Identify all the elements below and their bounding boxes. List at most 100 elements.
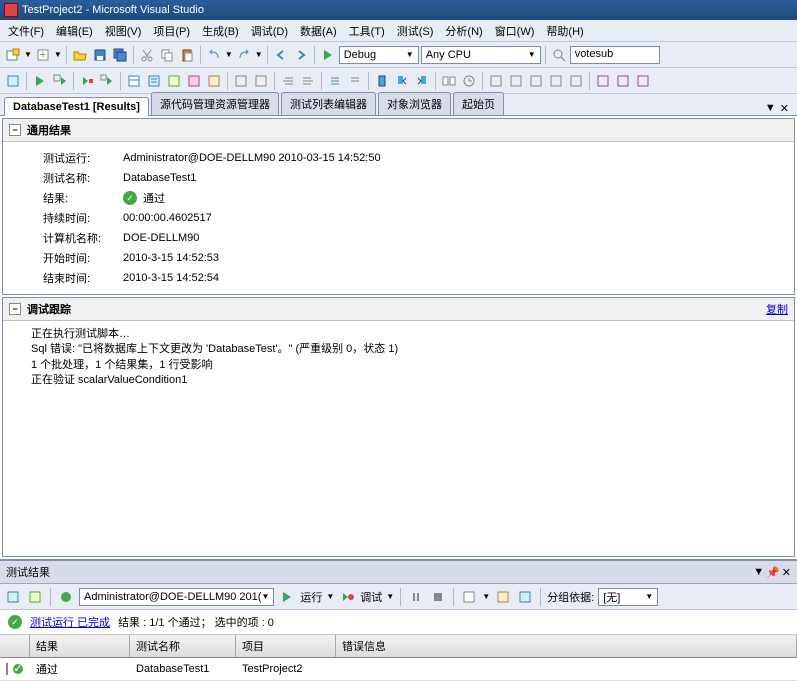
menu-debug[interactable]: 调试(D): [245, 20, 294, 42]
dropdown-arrow-icon[interactable]: ▼: [225, 50, 233, 59]
start-debug-icon[interactable]: [319, 46, 337, 64]
tr-icon-1[interactable]: [4, 588, 22, 606]
dropdown-arrow-icon[interactable]: ▼: [54, 50, 62, 59]
tab-active[interactable]: DatabaseTest1 [Results]: [4, 97, 149, 116]
col-result[interactable]: 结果: [30, 635, 130, 657]
platform-dropdown[interactable]: Any CPU▼: [421, 46, 541, 64]
results-grid-row[interactable]: ✓ 通过 DatabaseTest1 TestProject2: [0, 658, 797, 681]
menu-build[interactable]: 生成(B): [196, 20, 245, 42]
indent-right-icon[interactable]: [299, 72, 317, 90]
tab-source-control[interactable]: 源代码管理资源管理器: [151, 92, 279, 115]
run-tests-icon[interactable]: [31, 72, 49, 90]
dropdown-arrow-icon[interactable]: ▼: [255, 50, 263, 59]
col-test-name[interactable]: 测试名称: [130, 635, 236, 657]
debug-tests-icon[interactable]: [78, 72, 96, 90]
menu-edit[interactable]: 编辑(E): [50, 20, 99, 42]
run-icon[interactable]: [278, 588, 296, 606]
collapse-toggle[interactable]: −: [9, 124, 21, 136]
tr-view-icon[interactable]: [460, 588, 478, 606]
code-coverage-icon[interactable]: [185, 72, 203, 90]
row-checkbox[interactable]: [6, 663, 8, 675]
config-dropdown[interactable]: Debug▼: [339, 46, 419, 64]
menu-view[interactable]: 视图(V): [99, 20, 148, 42]
tab-close-icon[interactable]: ✕: [780, 102, 789, 115]
dropdown-arrow-icon[interactable]: ▼: [482, 592, 490, 601]
run-context-dropdown[interactable]: Administrator@DOE-DELLM90 201(▼: [79, 588, 274, 606]
debug-checked-icon[interactable]: [98, 72, 116, 90]
group-by-dropdown[interactable]: [无]▼: [598, 588, 658, 606]
menu-project[interactable]: 项目(P): [147, 20, 196, 42]
tb-icon-c[interactable]: [527, 72, 545, 90]
menu-tools[interactable]: 工具(T): [343, 20, 391, 42]
tab-dropdown-icon[interactable]: ▼: [765, 102, 776, 115]
open-icon[interactable]: [71, 46, 89, 64]
menu-data[interactable]: 数据(A): [294, 20, 343, 42]
test-run-status-link[interactable]: 测试运行 已完成: [30, 614, 110, 630]
uncomment-icon[interactable]: [346, 72, 364, 90]
pause-icon[interactable]: [407, 588, 425, 606]
test-view-icon[interactable]: [125, 72, 143, 90]
indent-left-icon[interactable]: [279, 72, 297, 90]
collapse-toggle[interactable]: −: [9, 303, 21, 315]
tb-icon-f[interactable]: [594, 72, 612, 90]
tb-icon-b[interactable]: [507, 72, 525, 90]
panel-pin-icon[interactable]: 📌: [766, 566, 780, 579]
tab-object-browser[interactable]: 对象浏览器: [378, 92, 451, 115]
copy-icon[interactable]: [158, 46, 176, 64]
menu-analyze[interactable]: 分析(N): [439, 20, 488, 42]
history-icon[interactable]: [460, 72, 478, 90]
test-list-icon[interactable]: [145, 72, 163, 90]
save-all-icon[interactable]: [111, 46, 129, 64]
menu-help[interactable]: 帮助(H): [540, 20, 589, 42]
dropdown-arrow-icon[interactable]: ▼: [386, 592, 394, 601]
col-project[interactable]: 项目: [236, 635, 336, 657]
tb-misc-2[interactable]: [252, 72, 270, 90]
document-tabs: DatabaseTest1 [Results] 源代码管理资源管理器 测试列表编…: [0, 94, 797, 116]
col-error[interactable]: 错误信息: [336, 635, 797, 657]
nav-back-icon[interactable]: [272, 46, 290, 64]
new-project-icon[interactable]: [4, 46, 22, 64]
tr-icon-2[interactable]: [26, 588, 44, 606]
save-icon[interactable]: [91, 46, 109, 64]
menu-window[interactable]: 窗口(W): [489, 20, 541, 42]
bookmark-icon[interactable]: [373, 72, 391, 90]
new-test-icon[interactable]: [4, 72, 22, 90]
tb-icon-e[interactable]: [567, 72, 585, 90]
stop-icon[interactable]: [429, 588, 447, 606]
tr-export-icon[interactable]: [494, 588, 512, 606]
cut-icon[interactable]: [138, 46, 156, 64]
tab-start-page[interactable]: 起始页: [453, 92, 504, 115]
tr-options-icon[interactable]: [516, 588, 534, 606]
find-textbox[interactable]: votesub: [570, 46, 660, 64]
nav-fwd-icon[interactable]: [292, 46, 310, 64]
debug-icon[interactable]: [338, 588, 356, 606]
dropdown-arrow-icon[interactable]: ▼: [326, 592, 334, 601]
test-results-icon[interactable]: [165, 72, 183, 90]
tb-icon-a[interactable]: [487, 72, 505, 90]
undo-icon[interactable]: [205, 46, 223, 64]
prev-bookmark-icon[interactable]: [393, 72, 411, 90]
comment-icon[interactable]: [326, 72, 344, 90]
compare-icon[interactable]: [440, 72, 458, 90]
copy-link[interactable]: 复制: [766, 301, 788, 317]
panel-dropdown-icon[interactable]: ▼: [753, 566, 764, 579]
tab-test-list-editor[interactable]: 测试列表编辑器: [281, 92, 376, 115]
add-item-icon[interactable]: +: [34, 46, 52, 64]
menu-file[interactable]: 文件(F): [2, 20, 50, 42]
panel-close-icon[interactable]: ✕: [782, 566, 791, 579]
test-runs-icon[interactable]: [205, 72, 223, 90]
label-duration: 持续时间:: [43, 210, 123, 226]
menu-test[interactable]: 测试(S): [391, 20, 440, 42]
paste-icon[interactable]: [178, 46, 196, 64]
redo-icon[interactable]: [235, 46, 253, 64]
tr-context-icon[interactable]: [57, 588, 75, 606]
find-icon[interactable]: [550, 46, 568, 64]
tb-icon-h[interactable]: [634, 72, 652, 90]
tb-misc-1[interactable]: [232, 72, 250, 90]
col-checkbox[interactable]: [0, 635, 30, 657]
tb-icon-d[interactable]: [547, 72, 565, 90]
tb-icon-g[interactable]: [614, 72, 632, 90]
next-bookmark-icon[interactable]: [413, 72, 431, 90]
dropdown-arrow-icon[interactable]: ▼: [24, 50, 32, 59]
run-checked-icon[interactable]: [51, 72, 69, 90]
